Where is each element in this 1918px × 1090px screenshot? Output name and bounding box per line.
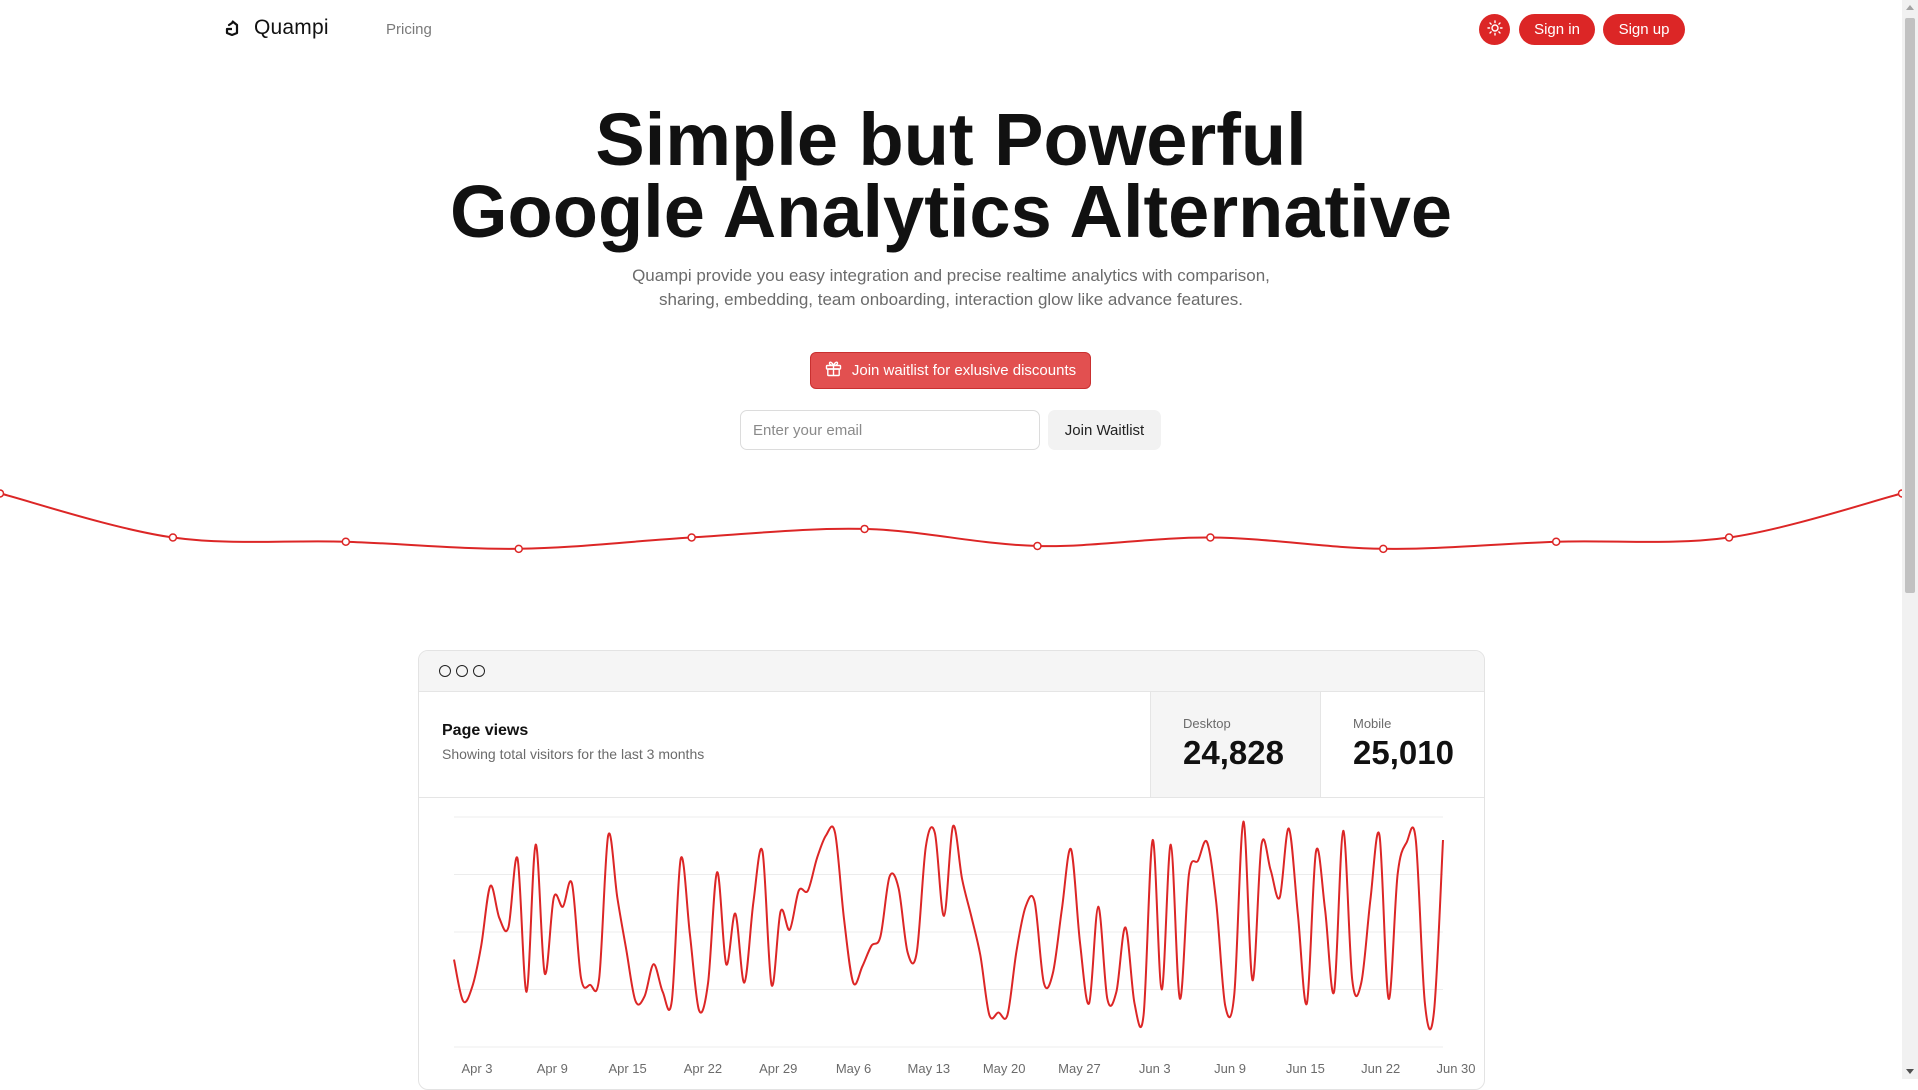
nav-link-pricing[interactable]: Pricing: [386, 21, 432, 38]
x-axis-tick-label: May 20: [983, 1061, 1026, 1076]
sign-in-button[interactable]: Sign in: [1519, 14, 1595, 45]
wave-point: [687, 533, 696, 542]
wave-point: [1724, 533, 1734, 542]
theme-toggle-button[interactable]: [1479, 14, 1510, 45]
dashboard-preview-card: Page views Showing total visitors for th…: [418, 650, 1485, 1090]
x-axis-tick-label: Jun 9: [1214, 1061, 1246, 1076]
x-axis-tick-label: Apr 15: [608, 1061, 646, 1076]
hero-title-line-1: Simple but Powerful: [595, 98, 1307, 181]
page-views-chart: Apr 3 Apr 9 Apr 15 Apr 22 Apr 29 May 6 May 13 M…: [453, 816, 1476, 1076]
top-navbar: Quampi Pricing Sign in Sign up: [0, 0, 1902, 60]
page-views-series-line: [453, 820, 1444, 1031]
hero-title: Simple but Powerful Google Analytics Alt…: [0, 103, 1902, 249]
sign-up-button[interactable]: Sign up: [1603, 14, 1685, 45]
brand-logo-link[interactable]: Quampi: [222, 16, 329, 40]
window-dot-icon: [473, 665, 485, 677]
wave-point: [514, 544, 523, 554]
cta-label: Join waitlist for exlusive discounts: [851, 362, 1077, 379]
x-axis-tick-label: Apr 22: [684, 1061, 722, 1076]
x-axis-tick-label: Apr 9: [537, 1061, 568, 1076]
x-axis-tick-label: Jun 3: [1139, 1061, 1171, 1076]
quampi-logo-icon: [222, 17, 242, 39]
scroll-down-arrow-icon[interactable]: [1906, 1069, 1914, 1074]
hero-subtitle: Quampi provide you easy integration and …: [0, 264, 1902, 312]
x-axis-tick-label: Jun 22: [1361, 1061, 1400, 1076]
desktop-stat-tab[interactable]: Desktop 24,828: [1150, 692, 1320, 797]
hero-subtitle-line-2: sharing, embedding, team onboarding, int…: [658, 290, 1244, 309]
x-axis-tick-label: May 27: [1058, 1061, 1101, 1076]
scrollbar-thumb[interactable]: [1905, 18, 1915, 593]
window-title-bar: [419, 651, 1484, 692]
mobile-stat-value: 25,010: [1353, 734, 1454, 771]
x-axis-tick-label: Apr 3: [461, 1061, 492, 1076]
window-dot-icon: [439, 665, 451, 677]
vertical-scrollbar[interactable]: [1902, 0, 1918, 1079]
join-waitlist-discount-button[interactable]: Join waitlist for exlusive discounts: [810, 352, 1091, 389]
wave-point: [0, 489, 5, 498]
scroll-up-arrow-icon[interactable]: [1906, 5, 1914, 10]
mobile-stat-tab[interactable]: Mobile 25,010: [1320, 692, 1484, 797]
desktop-stat-value: 24,828: [1183, 734, 1284, 771]
x-axis-tick-label: May 13: [908, 1061, 951, 1076]
hero-subtitle-line-1: Quampi provide you easy integration and …: [632, 266, 1270, 285]
wave-point: [860, 524, 869, 534]
page-views-header: Page views Showing total visitors for th…: [419, 692, 1484, 798]
hero-title-line-2: Google Analytics Alternative: [450, 170, 1452, 253]
x-axis-tick-label: Apr 29: [759, 1061, 797, 1076]
desktop-stat-label: Desktop: [1183, 716, 1231, 731]
page-views-title: Page views: [442, 722, 529, 739]
mobile-stat-label: Mobile: [1353, 716, 1392, 731]
gift-icon: [825, 360, 842, 381]
wave-point: [1379, 544, 1388, 554]
wave-point: [341, 537, 351, 546]
page-views-subtitle: Showing total visitors for the last 3 mo…: [442, 746, 705, 762]
wave-point: [1033, 541, 1042, 551]
wave-series-line: [0, 492, 1902, 550]
x-axis-tick-label: May 6: [836, 1061, 871, 1076]
window-dot-icon: [456, 665, 468, 677]
sun-icon: [1486, 20, 1503, 39]
x-axis-tick-label: Jun 30: [1436, 1061, 1475, 1076]
wave-point: [1206, 533, 1215, 542]
wave-point: [1551, 537, 1561, 546]
brand-name: Quampi: [254, 16, 329, 39]
x-axis-tick-label: Jun 15: [1286, 1061, 1325, 1076]
hero-wave-chart: [0, 489, 1902, 554]
wave-point: [168, 533, 178, 542]
